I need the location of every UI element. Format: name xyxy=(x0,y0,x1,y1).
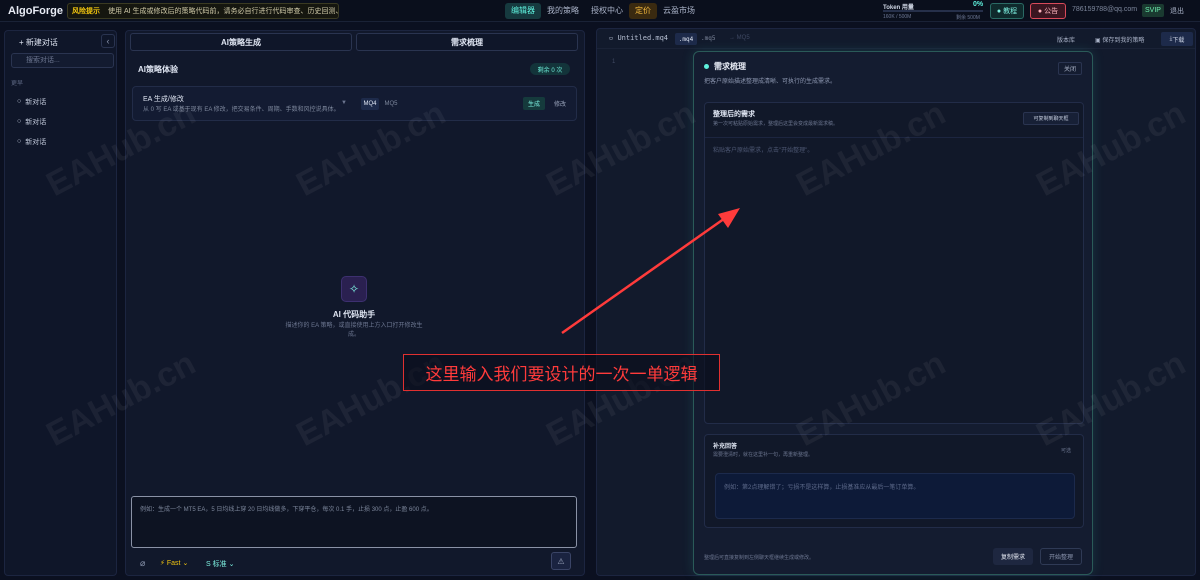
annotation-arrow xyxy=(561,208,740,335)
annotation-callout: 这里输入我们要设计的一次一单逻辑 xyxy=(403,354,720,391)
arrow-head xyxy=(718,208,740,228)
arrow-shaft xyxy=(561,214,729,335)
